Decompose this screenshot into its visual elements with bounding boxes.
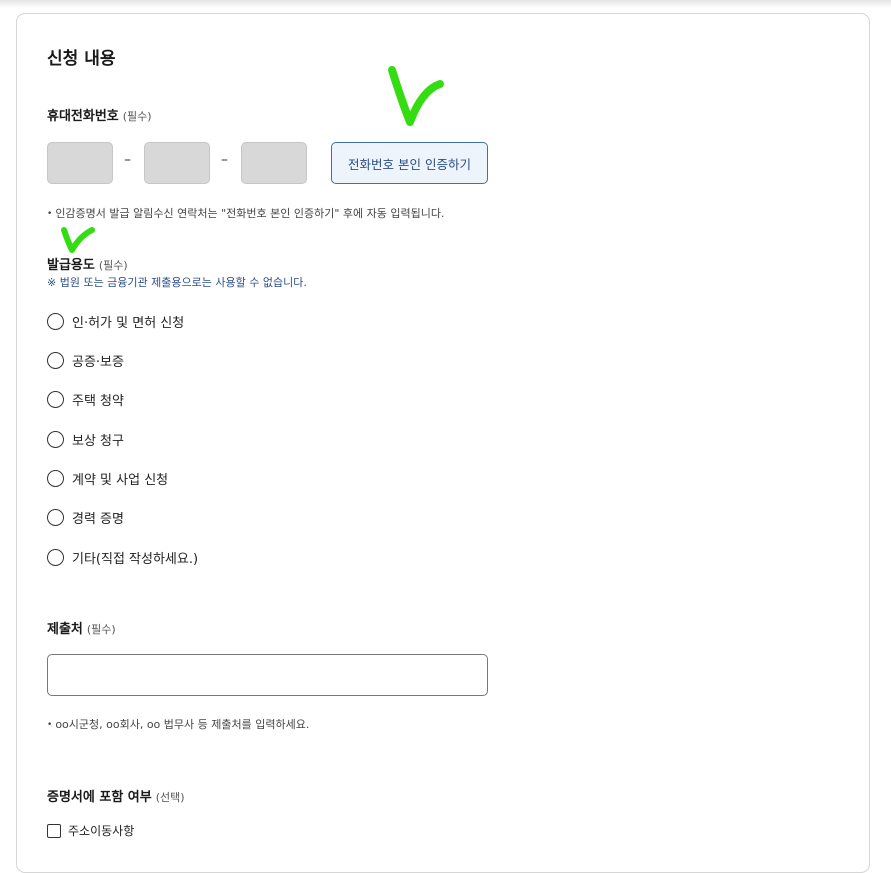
purpose-option-label: 인·허가 및 면허 신청 xyxy=(72,316,185,331)
purpose-option-housing[interactable]: 주택 청약 xyxy=(47,390,124,409)
top-shadow xyxy=(0,0,891,8)
recipient-label: 제출처 (필수) xyxy=(47,618,116,637)
purpose-option-label: 공증·보증 xyxy=(72,355,124,370)
radio-icon[interactable] xyxy=(47,549,64,566)
phone-label: 휴대전화번호 (필수) xyxy=(47,105,152,124)
include-label: 증명서에 포함 여부 (선택) xyxy=(47,786,185,805)
purpose-option-notary[interactable]: 공증·보증 xyxy=(47,351,124,370)
recipient-required: (필수) xyxy=(86,623,116,636)
recipient-note: oo시군청, oo회사, oo 법무사 등 제출처를 입력하세요. xyxy=(47,716,309,732)
recipient-input[interactable] xyxy=(47,654,488,696)
purpose-option-label: 주택 청약 xyxy=(72,394,124,409)
purpose-label: 발급용도 (필수) xyxy=(47,254,128,273)
include-optional: (선택) xyxy=(155,791,185,804)
include-option-label: 주소이동사항 xyxy=(68,824,135,838)
purpose-warning: ※ 법원 또는 금융기관 제출용으로는 사용할 수 없습니다. xyxy=(47,276,307,289)
radio-icon[interactable] xyxy=(47,509,64,526)
radio-icon[interactable] xyxy=(47,391,64,408)
purpose-option-label: 보상 청구 xyxy=(72,434,124,449)
radio-icon[interactable] xyxy=(47,313,64,330)
purpose-label-text: 발급용도 xyxy=(47,258,95,273)
phone-required: (필수) xyxy=(122,110,152,123)
purpose-option-label: 경력 증명 xyxy=(72,512,124,527)
purpose-option-label: 기타(직접 작성하세요.) xyxy=(72,552,199,567)
radio-icon[interactable] xyxy=(47,431,64,448)
include-label-text: 증명서에 포함 여부 xyxy=(47,790,152,805)
purpose-required: (필수) xyxy=(98,259,128,272)
checkbox-icon[interactable] xyxy=(47,823,61,838)
purpose-option-contract[interactable]: 계약 및 사업 신청 xyxy=(47,469,168,488)
green-check-mark-icon xyxy=(61,227,95,253)
section-title: 신청 내용 xyxy=(47,49,116,69)
phone-part-3[interactable] xyxy=(241,142,307,184)
purpose-option-license[interactable]: 인·허가 및 면허 신청 xyxy=(47,312,184,331)
purpose-option-other[interactable]: 기타(직접 작성하세요.) xyxy=(47,548,198,567)
phone-dash-1: – xyxy=(124,152,131,168)
purpose-option-career[interactable]: 경력 증명 xyxy=(47,508,124,527)
phone-dash-2: – xyxy=(221,152,228,168)
phone-note: 인감증명서 발급 알림수신 연락처는 "전화번호 본인 인증하기" 후에 자동 … xyxy=(47,205,444,221)
purpose-option-label: 계약 및 사업 신청 xyxy=(72,473,169,488)
radio-icon[interactable] xyxy=(47,352,64,369)
phone-label-text: 휴대전화번호 xyxy=(47,109,119,124)
include-address-history[interactable]: 주소이동사항 xyxy=(47,822,134,839)
verify-phone-button[interactable]: 전화번호 본인 인증하기 xyxy=(331,142,488,184)
phone-part-1[interactable] xyxy=(47,142,113,184)
radio-icon[interactable] xyxy=(47,470,64,487)
purpose-option-compensation[interactable]: 보상 청구 xyxy=(47,430,124,449)
phone-part-2[interactable] xyxy=(144,142,210,184)
green-check-mark-icon xyxy=(388,66,444,126)
recipient-label-text: 제출처 xyxy=(47,622,83,637)
